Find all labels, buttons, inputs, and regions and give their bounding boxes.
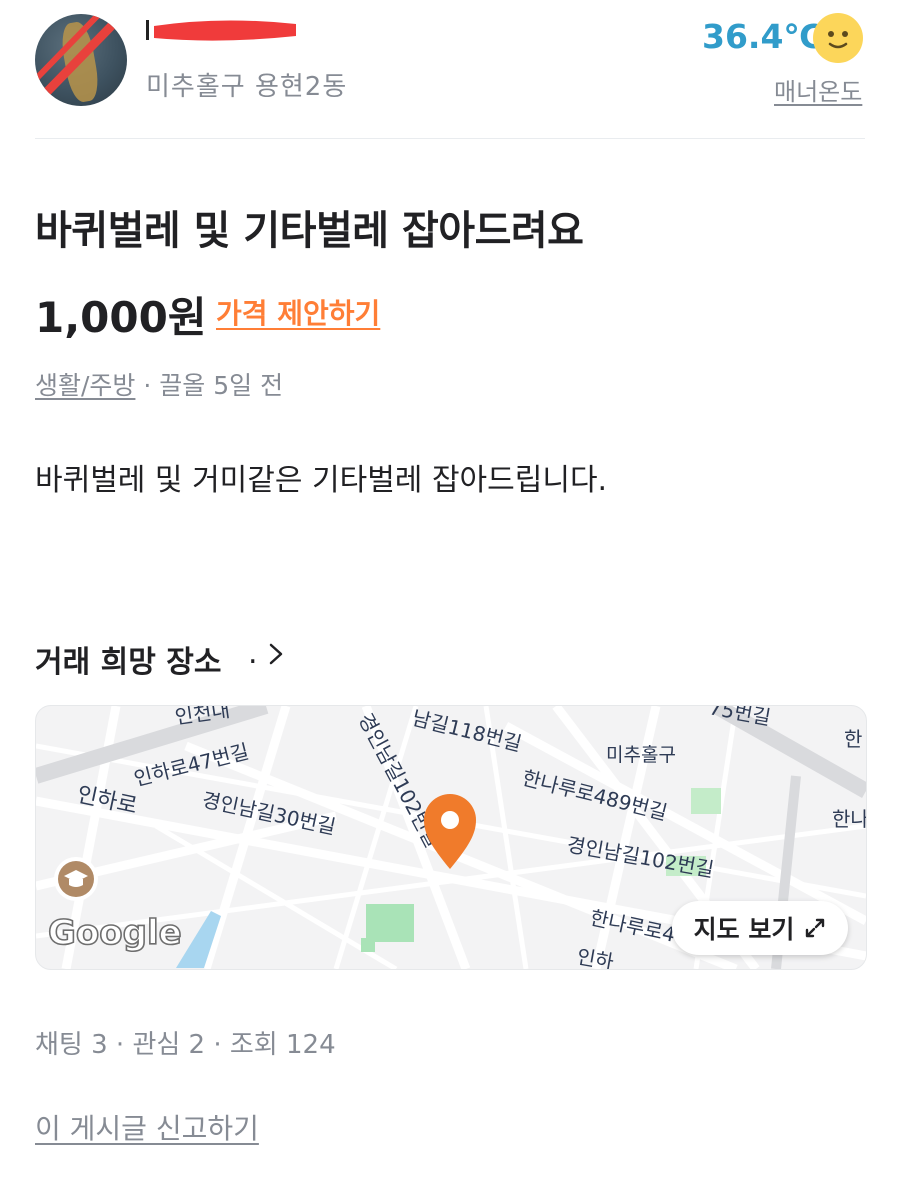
post-bump-time: · 끌올 5일 전 — [135, 371, 284, 400]
smile-face-icon — [813, 13, 863, 63]
post-meta: 생활/주방 · 끌올 5일 전 — [35, 366, 283, 402]
expand-icon — [806, 918, 825, 938]
map-label: 한나 — [832, 807, 866, 831]
chevron-right-icon[interactable] — [266, 643, 286, 665]
price-offer-link[interactable]: 가격 제안하기 — [216, 292, 380, 332]
school-poi-icon — [54, 857, 98, 901]
view-map-button[interactable]: 지도 보기 — [672, 901, 848, 955]
post-stats: 채팅 3 · 관심 2 · 조회 124 — [35, 1030, 336, 1060]
map-label: 미추홀구 — [606, 744, 676, 766]
park-area — [366, 904, 414, 942]
seller-nickname-redacted — [146, 20, 296, 41]
map-label: 인하 — [575, 944, 615, 969]
trade-place-suffix: . — [248, 636, 258, 671]
report-post-link[interactable]: 이 게시글 신고하기 — [35, 1107, 259, 1147]
trade-place-map[interactable]: 인천대 인하로47번길 인하로 경인남길30번길 경인남길102번길 남길118… — [35, 705, 867, 970]
map-label: 경인남길102번길 — [565, 832, 715, 881]
manner-temperature-link[interactable]: 매너온도 — [774, 72, 862, 107]
manner-temperature: 36.4℃ — [702, 17, 824, 56]
view-map-label: 지도 보기 — [693, 915, 795, 944]
seller-region: 미추홀구 용현2동 — [146, 72, 348, 102]
seller-avatar[interactable] — [35, 14, 127, 106]
trade-place-title: 거래 희망 장소 — [35, 645, 222, 680]
post-price: 1,000원 — [35, 293, 207, 342]
header-divider — [35, 138, 865, 139]
post-description: 바퀴벌레 및 거미같은 기타벌레 잡아드립니다. — [35, 463, 608, 498]
category-link[interactable]: 생활/주방 — [35, 371, 135, 400]
map-label: 남길118번길 — [410, 706, 524, 756]
map-label: 한 — [844, 727, 862, 751]
google-logo: Google — [48, 913, 182, 953]
post-title: 바퀴벌레 및 기타벌레 잡아드려요 — [35, 208, 584, 254]
